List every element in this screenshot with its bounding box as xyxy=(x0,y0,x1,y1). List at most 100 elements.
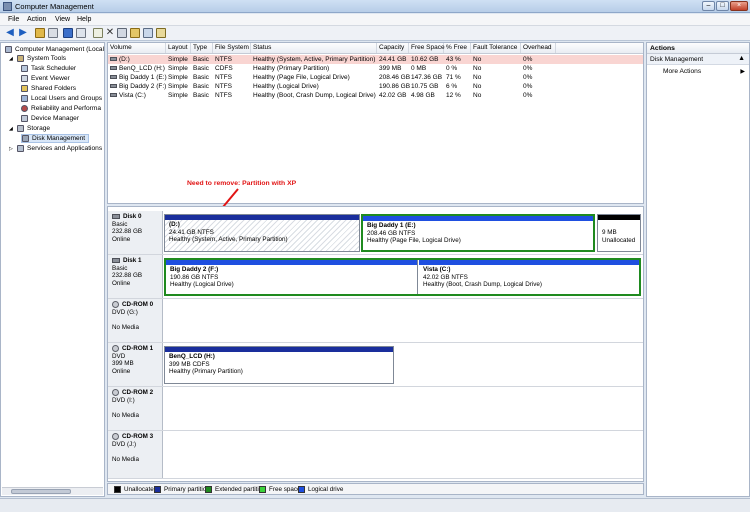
computer-icon xyxy=(5,46,12,53)
col-volume[interactable]: Volume xyxy=(108,43,166,53)
extended-partition: Big Daddy 2 (F:) 190.86 GB NTFS Healthy … xyxy=(164,258,641,296)
expand-arrow-icon[interactable]: ▷ xyxy=(9,146,15,152)
partition-d[interactable]: (D:) 24.41 GB NTFS Healthy (System, Acti… xyxy=(164,214,360,252)
table-row[interactable]: BenQ_LCD (H:) Simple Basic CDFS Healthy (Pri… xyxy=(108,64,643,73)
legend-swatch xyxy=(259,486,266,493)
partition-benq-lcd[interactable]: BenQ_LCD (H:) 399 MB CDFS Healthy (Prima… xyxy=(164,346,394,384)
tree-item-reliability[interactable]: Reliability and Performa xyxy=(21,104,101,113)
show-hide-tree-icon[interactable] xyxy=(48,28,58,38)
tree-item-event-viewer[interactable]: Event Viewer xyxy=(21,74,70,83)
tree-item-system-tools[interactable]: ◢ System Tools xyxy=(9,54,66,63)
tree-item-computer-management[interactable]: Computer Management (Local xyxy=(5,45,104,54)
volume-icon xyxy=(110,84,117,89)
col-capacity[interactable]: Capacity xyxy=(377,43,409,53)
menu-action[interactable]: Action xyxy=(27,16,46,23)
submenu-arrow-icon: ▶ xyxy=(740,69,745,75)
volume-list-header: Volume Layout Type File System Status Ca… xyxy=(108,43,643,54)
cell-status: Healthy (Boot, Crash Dump, Logical Drive… xyxy=(253,92,376,99)
window-controls: – □ × xyxy=(702,1,748,11)
collapse-up-icon[interactable]: ▲ xyxy=(738,55,745,62)
cdrom-2-label[interactable]: CD-ROM 2 DVD (I:) No Media xyxy=(108,387,163,430)
actions-section-disk-management[interactable]: Disk Management ▲ xyxy=(647,54,749,65)
col-file-system[interactable]: File System xyxy=(213,43,251,53)
maximize-button[interactable]: □ xyxy=(716,1,729,11)
disk-1-label[interactable]: Disk 1 Basic 232.88 GB Online xyxy=(108,255,163,298)
col-fault-tolerance[interactable]: Fault Tolerance xyxy=(471,43,521,53)
tree-item-local-users[interactable]: Local Users and Groups xyxy=(21,94,102,103)
close-button[interactable]: × xyxy=(730,1,748,11)
col-overhead[interactable]: Overhead xyxy=(521,43,556,53)
tree-item-task-scheduler[interactable]: Task Scheduler xyxy=(21,64,76,73)
table-row[interactable]: Big Daddy 1 (E:) Simple Basic NTFS Healthy (… xyxy=(108,73,643,82)
tree-item-services-applications[interactable]: ▷ Services and Applications xyxy=(9,144,102,153)
col-free-space[interactable]: Free Space xyxy=(409,43,445,53)
menu-view[interactable]: View xyxy=(55,16,70,23)
menu-file[interactable]: File xyxy=(8,16,19,23)
forward-arrow-icon[interactable]: ▶ xyxy=(18,28,28,38)
collapse-arrow-icon[interactable]: ◢ xyxy=(9,56,15,62)
disk-management-icon xyxy=(22,135,29,142)
navigation-tree: Computer Management (Local ◢ System Tool… xyxy=(0,42,105,497)
hard-disk-icon xyxy=(112,214,120,220)
delete-icon[interactable]: ✕ xyxy=(105,28,115,38)
title-bar: Computer Management – □ × xyxy=(0,0,750,13)
minimize-button[interactable]: – xyxy=(702,1,715,11)
cell-free-space: 4.98 GB xyxy=(411,92,435,99)
cdrom-3-label[interactable]: CD-ROM 3 DVD (J:) No Media xyxy=(108,431,163,478)
col-status[interactable]: Status xyxy=(251,43,377,53)
table-row[interactable]: (D:) Simple Basic NTFS Healthy (System, Acti… xyxy=(108,55,643,64)
col-type[interactable]: Type xyxy=(191,43,213,53)
cd-drive-icon xyxy=(112,389,119,397)
volume-icon xyxy=(110,93,117,98)
partition-big-daddy-1[interactable]: Big Daddy 1 (E:) 208.46 GB NTFS Healthy … xyxy=(361,214,595,252)
more-actions-link[interactable]: More Actions ▶ xyxy=(647,65,749,75)
unallocated-space[interactable]: 9 MB Unallocated xyxy=(597,214,641,252)
col-layout[interactable]: Layout xyxy=(166,43,191,53)
table-row[interactable]: Vista (C:) Simple Basic NTFS Healthy (Boot, … xyxy=(108,91,643,100)
cell-layout: Simple xyxy=(168,56,188,63)
tree-item-disk-management[interactable]: Disk Management xyxy=(21,134,90,143)
cell-status: Healthy (Primary Partition) xyxy=(253,65,330,72)
device-icon xyxy=(21,115,28,122)
help-icon[interactable] xyxy=(63,28,73,38)
col-percent-free[interactable]: % Free xyxy=(444,43,471,53)
tree-item-shared-folders[interactable]: Shared Folders xyxy=(21,84,76,93)
partition-legend: Unallocated Primary partition Extended p… xyxy=(107,483,644,495)
view-icon[interactable] xyxy=(143,28,153,38)
volume-icon xyxy=(110,75,117,80)
open-folder-icon[interactable] xyxy=(130,28,140,38)
cell-fault-tolerance: No xyxy=(473,83,482,90)
properties-icon[interactable] xyxy=(93,28,103,38)
cell-layout: Simple xyxy=(168,74,188,81)
partition-vista[interactable]: Vista (C:) 42.02 GB NTFS Healthy (Boot, … xyxy=(419,260,639,294)
console-icon[interactable] xyxy=(76,28,86,38)
tree-horizontal-scrollbar[interactable] xyxy=(2,487,103,495)
volume-name: (D:) xyxy=(119,56,130,63)
folder-icon xyxy=(21,85,28,92)
computer-management-icon xyxy=(3,2,12,11)
partition-big-daddy-2[interactable]: Big Daddy 2 (F:) 190.86 GB NTFS Healthy … xyxy=(166,260,418,294)
cell-volume: (D:) xyxy=(110,56,130,63)
cell-type: Basic xyxy=(193,65,209,72)
cell-status: Healthy (Page File, Logical Drive) xyxy=(253,74,350,81)
tree-item-storage[interactable]: ◢ Storage xyxy=(9,124,50,133)
cell-status: Healthy (Logical Drive) xyxy=(253,83,319,90)
collapse-arrow-icon[interactable]: ◢ xyxy=(9,126,15,132)
table-row[interactable]: Big Daddy 2 (F:) Simple Basic NTFS Healthy (… xyxy=(108,82,643,91)
tools-icon xyxy=(17,55,24,62)
cell-fault-tolerance: No xyxy=(473,56,482,63)
disk-icon[interactable] xyxy=(117,28,127,38)
cell-file-system: NTFS xyxy=(215,83,232,90)
cdrom-0-label[interactable]: CD-ROM 0 DVD (G:) No Media xyxy=(108,299,163,342)
tree-item-device-manager[interactable]: Device Manager xyxy=(21,114,79,123)
cdrom-1-label[interactable]: CD-ROM 1 DVD 399 MB Online xyxy=(108,343,163,386)
disk-0-label[interactable]: Disk 0 Basic 232.88 GB Online xyxy=(108,211,163,254)
cell-fault-tolerance: No xyxy=(473,92,482,99)
up-folder-icon[interactable] xyxy=(35,28,45,38)
scrollbar-thumb[interactable] xyxy=(11,489,71,494)
refresh-icon[interactable] xyxy=(156,28,166,38)
back-arrow-icon[interactable]: ◀ xyxy=(5,28,15,38)
storage-icon xyxy=(17,125,24,132)
status-bar xyxy=(0,498,750,512)
menu-help[interactable]: Help xyxy=(77,16,91,23)
